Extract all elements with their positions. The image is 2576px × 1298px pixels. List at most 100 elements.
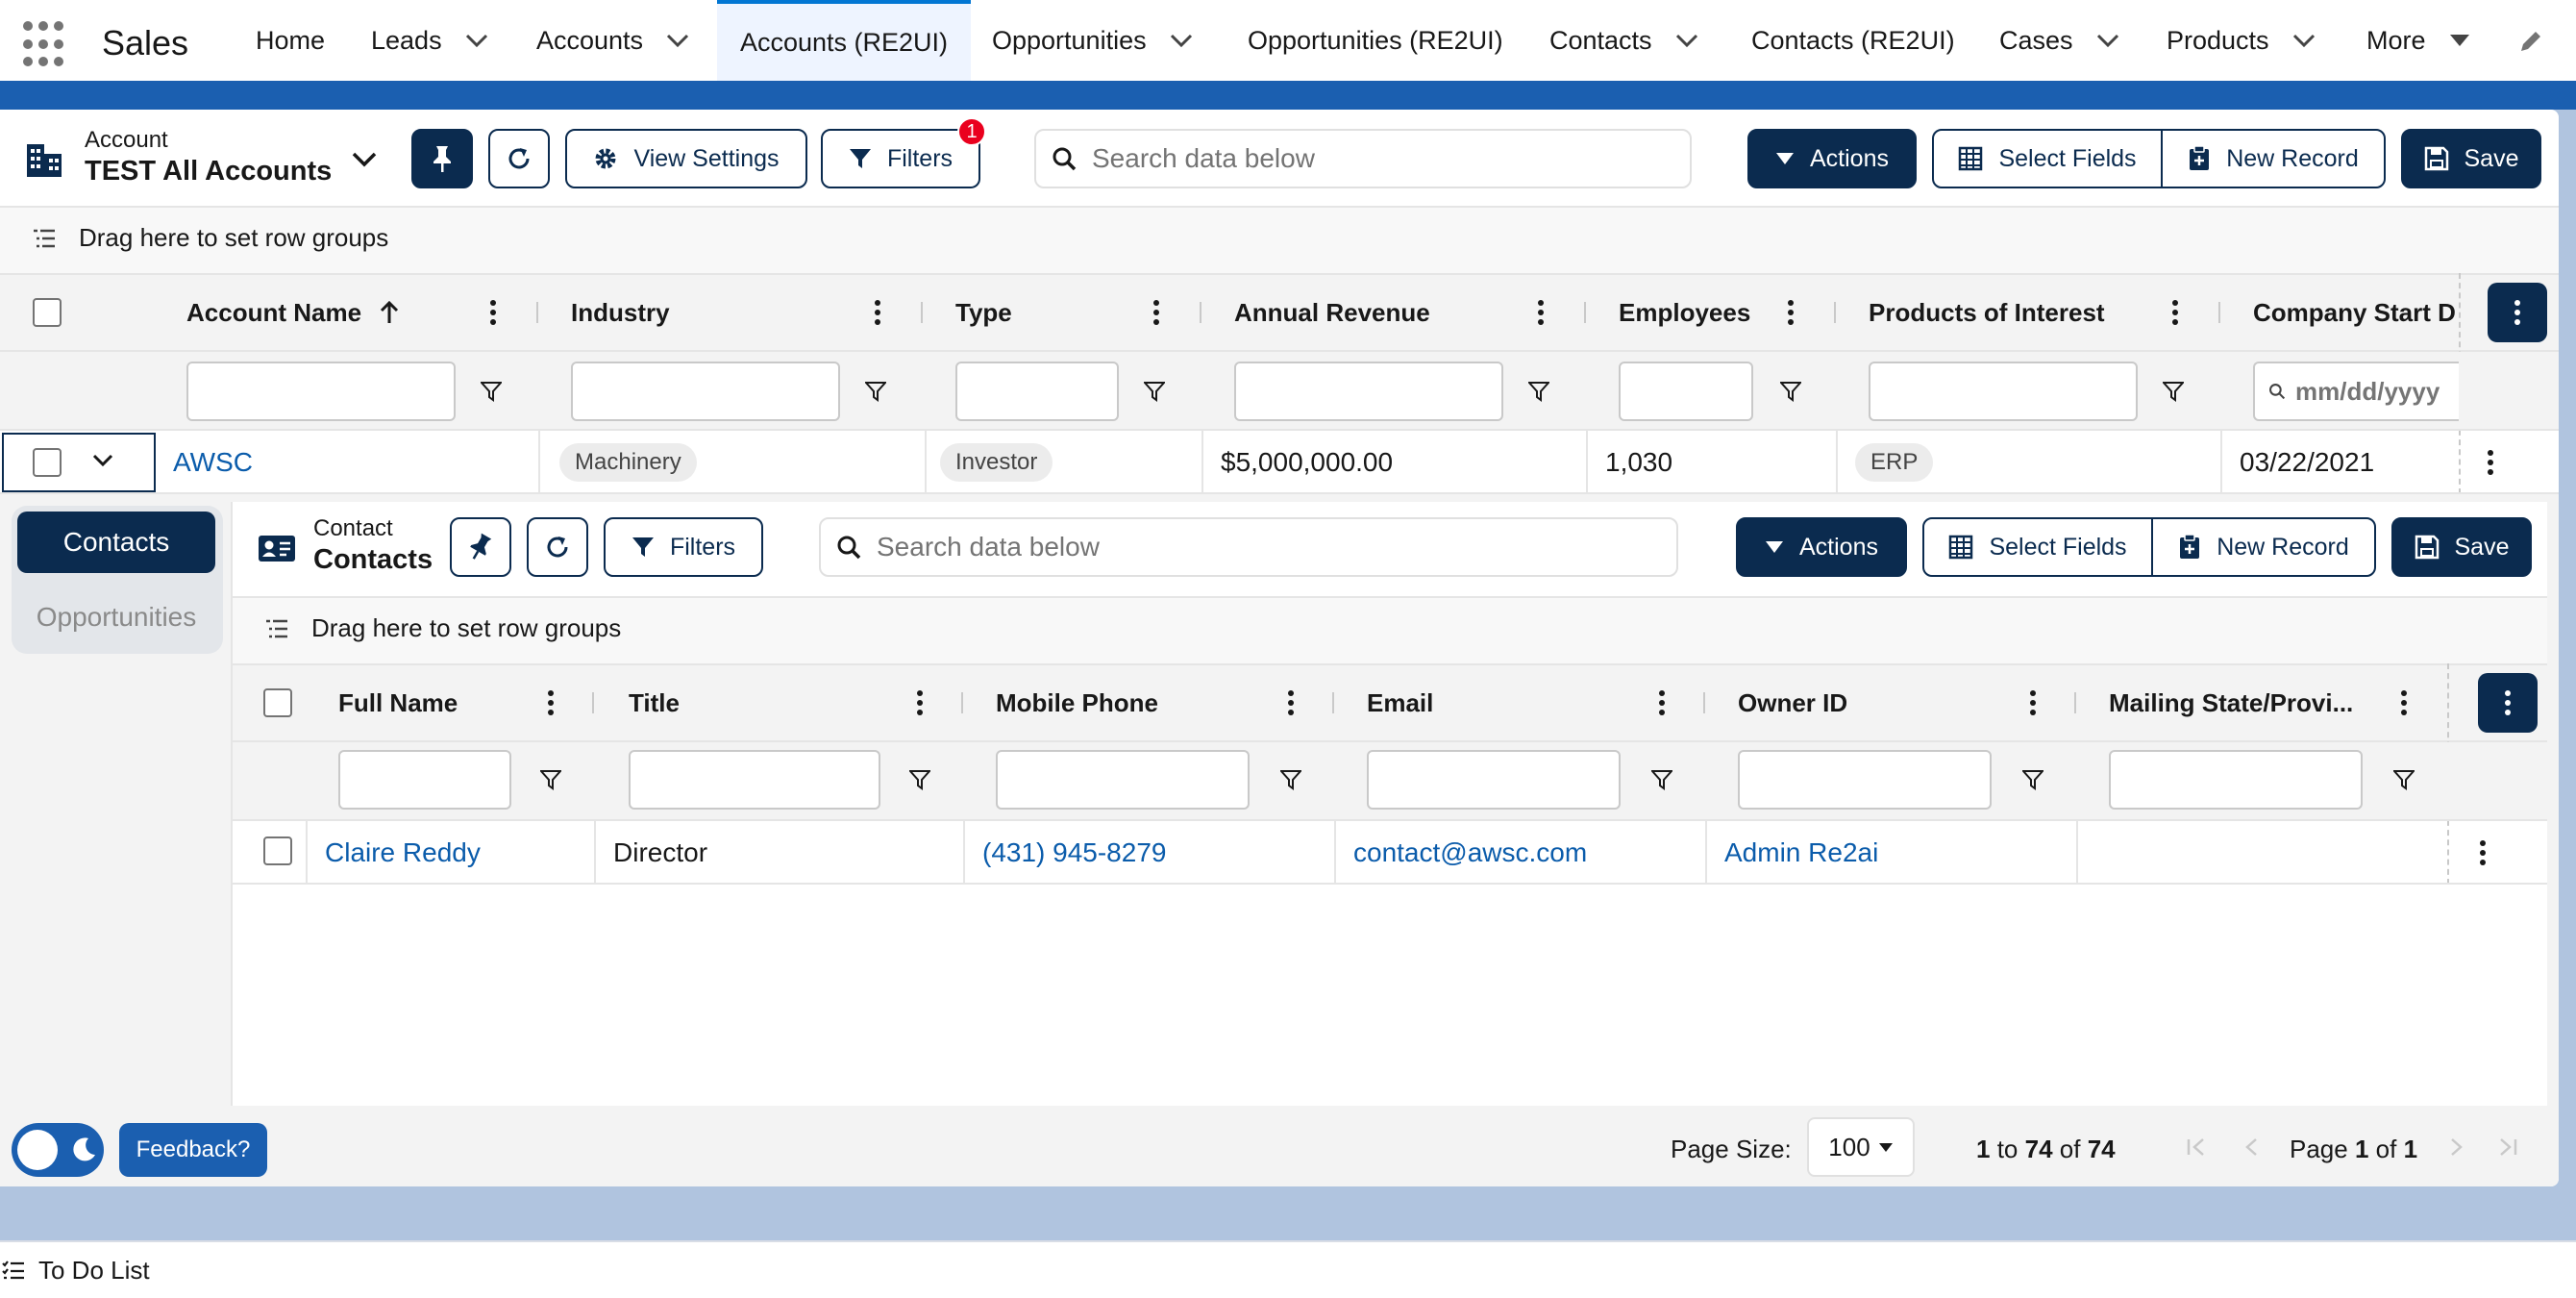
- column-separator[interactable]: [1834, 302, 1836, 323]
- column-separator[interactable]: [1200, 302, 1201, 323]
- filters-button[interactable]: Filters: [821, 129, 980, 188]
- chevron-down-icon[interactable]: [1675, 34, 1698, 47]
- column-menu-kebab-icon[interactable]: [1788, 300, 1794, 325]
- pin-list-button[interactable]: [411, 129, 473, 188]
- column-header-products-of-interest[interactable]: Products of Interest: [1869, 273, 2105, 352]
- filter-icon[interactable]: [481, 381, 502, 402]
- next-page-icon[interactable]: [2445, 1136, 2466, 1158]
- contact-owner-link[interactable]: Admin Re2ai: [1724, 821, 1878, 885]
- sub-new-record-button[interactable]: New Record: [2151, 517, 2376, 577]
- column-header-mobile-phone[interactable]: Mobile Phone: [996, 663, 1158, 742]
- chevron-down-icon[interactable]: [666, 34, 689, 47]
- column-separator[interactable]: [1703, 692, 1705, 713]
- column-header-mailing-state[interactable]: Mailing State/Provi...: [2109, 663, 2353, 742]
- main-search-input[interactable]: [1092, 143, 1667, 174]
- column-menu-kebab-icon[interactable]: [1288, 690, 1294, 715]
- refresh-button[interactable]: [488, 129, 550, 188]
- row-checkbox[interactable]: [263, 836, 292, 865]
- contact-mobile-phone-link[interactable]: (431) 945-8279: [982, 821, 1166, 885]
- nav-item-cases[interactable]: Cases: [1999, 0, 2119, 81]
- filter-input-mailing-state[interactable]: [2109, 750, 2363, 810]
- column-menu-kebab-icon[interactable]: [1153, 300, 1159, 325]
- to-do-list-utility[interactable]: To Do List: [0, 1256, 150, 1286]
- filter-icon[interactable]: [1144, 381, 1165, 402]
- filter-input-company-start-date[interactable]: [2295, 376, 2459, 407]
- row-actions-kebab-icon[interactable]: [2488, 450, 2493, 475]
- tab-opportunities[interactable]: Opportunities: [17, 587, 215, 648]
- column-separator[interactable]: [536, 302, 538, 323]
- column-separator[interactable]: [2218, 302, 2220, 323]
- filter-icon[interactable]: [909, 769, 930, 790]
- caret-down-icon[interactable]: [2449, 34, 2470, 47]
- actions-button[interactable]: Actions: [1747, 129, 1917, 188]
- filter-input-industry[interactable]: [571, 362, 840, 421]
- filter-input-mobile-phone[interactable]: [996, 750, 1250, 810]
- column-header-title[interactable]: Title: [629, 663, 680, 742]
- filter-input-type[interactable]: [955, 362, 1119, 421]
- last-page-icon[interactable]: [2497, 1136, 2518, 1158]
- nav-item-accounts[interactable]: Accounts: [536, 0, 689, 81]
- row-checkbox[interactable]: [33, 448, 62, 477]
- column-menu-kebab-icon[interactable]: [1538, 300, 1544, 325]
- list-view-chevron-down-icon[interactable]: [352, 152, 377, 167]
- row-actions-kebab-icon[interactable]: [2480, 840, 2486, 865]
- sub-select-fields-button[interactable]: Select Fields: [1922, 517, 2153, 577]
- chevron-down-icon[interactable]: [465, 34, 488, 47]
- chevron-down-icon[interactable]: [1170, 34, 1193, 47]
- filter-icon[interactable]: [2393, 769, 2415, 790]
- sub-row-groups-drop-zone[interactable]: Drag here to set row groups: [265, 613, 621, 643]
- column-separator[interactable]: [1584, 302, 1586, 323]
- sub-select-all-checkbox[interactable]: [263, 688, 292, 717]
- nav-item-accounts-re2ui[interactable]: Accounts (RE2UI): [717, 0, 971, 81]
- contact-full-name-link[interactable]: Claire Reddy: [325, 821, 481, 885]
- chevron-down-icon[interactable]: [2292, 34, 2316, 47]
- column-separator[interactable]: [961, 692, 963, 713]
- new-record-button[interactable]: New Record: [2161, 129, 2386, 188]
- filter-icon[interactable]: [2163, 381, 2184, 402]
- filter-input-products-of-interest[interactable]: [1869, 362, 2138, 421]
- column-menu-kebab-icon[interactable]: [1659, 690, 1665, 715]
- sub-actions-button[interactable]: Actions: [1736, 517, 1907, 577]
- dark-mode-toggle[interactable]: [12, 1123, 104, 1177]
- sub-save-button[interactable]: Save: [2391, 517, 2532, 577]
- sub-pin-list-button[interactable]: [450, 517, 511, 577]
- column-header-company-start-date[interactable]: Company Start D: [2253, 273, 2459, 352]
- column-header-industry[interactable]: Industry: [571, 273, 670, 352]
- app-launcher-icon[interactable]: [23, 21, 71, 69]
- nav-item-opportunities-re2ui[interactable]: Opportunities (RE2UI): [1248, 0, 1503, 81]
- column-header-owner-id[interactable]: Owner ID: [1738, 663, 1847, 742]
- tab-contacts[interactable]: Contacts: [17, 512, 215, 573]
- column-separator[interactable]: [592, 692, 594, 713]
- expand-row-chevron-down-icon[interactable]: [92, 454, 113, 467]
- column-menu-kebab-icon[interactable]: [548, 690, 554, 715]
- filter-icon[interactable]: [1280, 769, 1301, 790]
- select-fields-button[interactable]: Select Fields: [1932, 129, 2163, 188]
- sub-grid-options-menu-button[interactable]: [2478, 673, 2538, 733]
- sub-filters-button[interactable]: Filters: [604, 517, 763, 577]
- filter-icon[interactable]: [1528, 381, 1549, 402]
- column-menu-kebab-icon[interactable]: [2030, 690, 2036, 715]
- contact-email-link[interactable]: contact@awsc.com: [1353, 821, 1587, 885]
- column-menu-kebab-icon[interactable]: [490, 300, 496, 325]
- column-menu-kebab-icon[interactable]: [2401, 690, 2407, 715]
- edit-nav-pencil-icon[interactable]: [2518, 29, 2543, 54]
- filter-input-owner-id[interactable]: [1738, 750, 1992, 810]
- grid-options-menu-button[interactable]: [2488, 283, 2547, 342]
- nav-item-opportunities[interactable]: Opportunities: [992, 0, 1193, 81]
- column-menu-kebab-icon[interactable]: [2172, 300, 2178, 325]
- select-all-checkbox[interactable]: [33, 298, 62, 327]
- column-menu-kebab-icon[interactable]: [917, 690, 923, 715]
- first-page-icon[interactable]: [2186, 1136, 2207, 1158]
- view-settings-button[interactable]: View Settings: [565, 129, 807, 188]
- nav-item-contacts[interactable]: Contacts: [1549, 0, 1698, 81]
- column-header-full-name[interactable]: Full Name: [338, 663, 458, 742]
- filter-input-full-name[interactable]: [338, 750, 511, 810]
- filter-input-employees[interactable]: [1619, 362, 1753, 421]
- column-header-annual-revenue[interactable]: Annual Revenue: [1234, 273, 1430, 352]
- nav-item-products[interactable]: Products: [2167, 0, 2316, 81]
- sort-ascending-arrow-icon[interactable]: [379, 300, 400, 325]
- column-header-employees[interactable]: Employees: [1619, 273, 1750, 352]
- sub-search-input[interactable]: [877, 532, 1633, 562]
- filter-icon[interactable]: [1651, 769, 1672, 790]
- nav-item-home[interactable]: Home: [256, 0, 325, 81]
